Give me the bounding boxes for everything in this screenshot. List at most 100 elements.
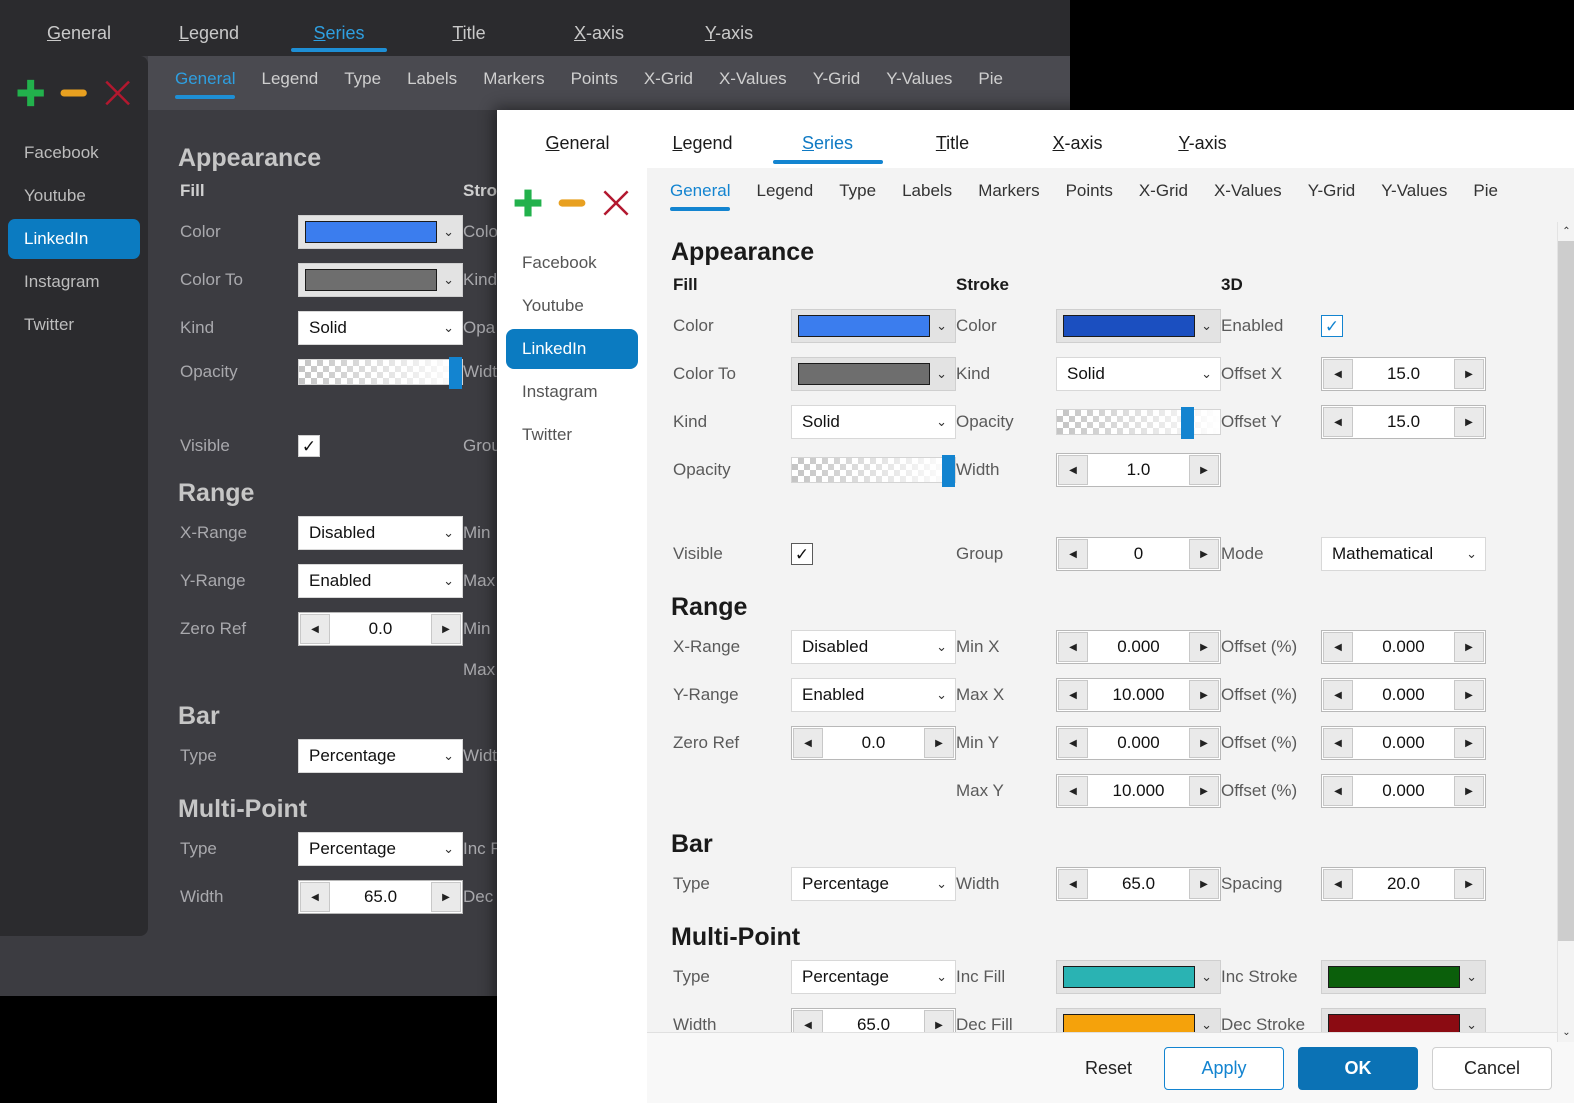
subtab-y-grid[interactable]: Y-Grid — [1295, 177, 1369, 213]
fill-opacity-slider[interactable] — [791, 455, 956, 487]
stroke-color-picker[interactable]: ⌄ — [1056, 309, 1221, 343]
dark-subtab-markers[interactable]: Markers — [470, 65, 557, 101]
offset-x-spinner[interactable]: ◀ 15.0 ▶ — [1321, 357, 1486, 391]
spinner-right-icon[interactable]: ▶ — [1454, 728, 1484, 758]
light-tab-series[interactable]: Series — [765, 133, 890, 168]
dark-subtab-labels[interactable]: Labels — [394, 65, 470, 101]
light-tab-general[interactable]: General — [515, 133, 640, 168]
spinner-right-icon[interactable]: ▶ — [1189, 680, 1219, 710]
dark-x-range-select[interactable]: Disabled ⌄ — [298, 516, 463, 550]
dark-bar-type-select[interactable]: Percentage ⌄ — [298, 739, 463, 773]
subtab-type[interactable]: Type — [826, 177, 889, 213]
bar-spacing-spinner[interactable]: ◀ 20.0 ▶ — [1321, 867, 1486, 901]
subtab-y-values[interactable]: Y-Values — [1368, 177, 1460, 213]
fill-kind-select[interactable]: Solid ⌄ — [791, 405, 956, 439]
spinner-left-icon[interactable]: ◀ — [1058, 680, 1088, 710]
spinner-left-icon[interactable]: ◀ — [793, 728, 823, 758]
plus-icon[interactable] — [511, 184, 545, 222]
dark-fill-kind-select[interactable]: Solid ⌄ — [298, 311, 463, 345]
inc-stroke-picker[interactable]: ⌄ — [1321, 960, 1486, 994]
offset-pct-1-spinner[interactable]: ◀ 0.000 ▶ — [1321, 630, 1486, 664]
dark-subtab-x-values[interactable]: X-Values — [706, 65, 800, 101]
subtab-markers[interactable]: Markers — [965, 177, 1052, 213]
series-item-facebook[interactable]: Facebook — [506, 243, 638, 283]
spinner-right-icon[interactable]: ▶ — [924, 728, 954, 758]
dark-subtab-general[interactable]: General — [162, 65, 248, 101]
series-item-instagram[interactable]: Instagram — [506, 372, 638, 412]
cross-icon[interactable] — [599, 184, 633, 222]
dark-subtab-y-values[interactable]: Y-Values — [873, 65, 965, 101]
slider-thumb[interactable] — [449, 357, 462, 389]
spinner-right-icon[interactable]: ▶ — [1189, 728, 1219, 758]
spinner-left-icon[interactable]: ◀ — [300, 882, 330, 912]
reset-button[interactable]: Reset — [1067, 1050, 1150, 1087]
minus-icon[interactable] — [57, 74, 90, 112]
tab-legend[interactable]: Legend — [144, 23, 274, 56]
offset-pct-4-spinner[interactable]: ◀ 0.000 ▶ — [1321, 774, 1486, 808]
fill-color-picker[interactable]: ⌄ — [791, 309, 956, 343]
spinner-right-icon[interactable]: ▶ — [1189, 539, 1219, 569]
light-tab-y-axis[interactable]: Y-axis — [1140, 133, 1265, 168]
subtab-legend[interactable]: Legend — [743, 177, 826, 213]
dark-series-item-instagram[interactable]: Instagram — [8, 262, 140, 302]
spinner-left-icon[interactable]: ◀ — [1058, 869, 1088, 899]
dark-fill-colorto-picker[interactable]: ⌄ — [298, 263, 463, 297]
spinner-right-icon[interactable]: ▶ — [1189, 776, 1219, 806]
spinner-left-icon[interactable]: ◀ — [1323, 728, 1353, 758]
spinner-right-icon[interactable]: ▶ — [1454, 869, 1484, 899]
subtab-labels[interactable]: Labels — [889, 177, 965, 213]
dark-fill-color-picker[interactable]: ⌄ — [298, 215, 463, 249]
spinner-right-icon[interactable]: ▶ — [1189, 869, 1219, 899]
spinner-left-icon[interactable]: ◀ — [1058, 455, 1088, 485]
minus-icon[interactable] — [555, 184, 589, 222]
dark-zero-ref-spinner[interactable]: ◀ 0.0 ▶ — [298, 612, 463, 646]
tab-x-axis[interactable]: X-axis — [534, 23, 664, 56]
dark-series-item-linkedin[interactable]: LinkedIn — [8, 219, 140, 259]
spinner-left-icon[interactable]: ◀ — [1323, 680, 1353, 710]
mp-type-select[interactable]: Percentage ⌄ — [791, 960, 956, 994]
scroll-down-icon[interactable]: ⌄ — [1558, 1023, 1574, 1042]
spinner-left-icon[interactable]: ◀ — [1058, 776, 1088, 806]
offset-y-spinner[interactable]: ◀ 15.0 ▶ — [1321, 405, 1486, 439]
tab-general[interactable]: General — [14, 23, 144, 56]
dark-subtab-points[interactable]: Points — [558, 65, 631, 101]
dark-mp-type-select[interactable]: Percentage ⌄ — [298, 832, 463, 866]
dark-subtab-x-grid[interactable]: X-Grid — [631, 65, 706, 101]
bar-type-select[interactable]: Percentage ⌄ — [791, 867, 956, 901]
cross-icon[interactable] — [101, 74, 134, 112]
inc-fill-picker[interactable]: ⌄ — [1056, 960, 1221, 994]
max-y-spinner[interactable]: ◀ 10.000 ▶ — [1056, 774, 1221, 808]
offset-pct-2-spinner[interactable]: ◀ 0.000 ▶ — [1321, 678, 1486, 712]
fill-visible-checkbox[interactable]: ✓ — [791, 543, 813, 565]
spinner-left-icon[interactable]: ◀ — [300, 614, 330, 644]
slider-thumb[interactable] — [1180, 407, 1194, 439]
vertical-scrollbar[interactable]: ⌃ ⌄ — [1557, 222, 1574, 1042]
dark-mp-width-spinner[interactable]: ◀ 65.0 ▶ — [298, 880, 463, 914]
series-item-linkedin[interactable]: LinkedIn — [506, 329, 638, 369]
spinner-right-icon[interactable]: ▶ — [1454, 407, 1484, 437]
y-range-select[interactable]: Enabled ⌄ — [791, 678, 956, 712]
plus-icon[interactable] — [14, 74, 47, 112]
threed-mode-select[interactable]: Mathematical ⌄ — [1321, 537, 1486, 571]
spinner-left-icon[interactable]: ◀ — [1323, 632, 1353, 662]
spinner-right-icon[interactable]: ▶ — [1454, 632, 1484, 662]
apply-button[interactable]: Apply — [1164, 1046, 1284, 1090]
spinner-right-icon[interactable]: ▶ — [1189, 455, 1219, 485]
min-y-spinner[interactable]: ◀ 0.000 ▶ — [1056, 726, 1221, 760]
series-item-youtube[interactable]: Youtube — [506, 286, 638, 326]
dark-series-item-youtube[interactable]: Youtube — [8, 176, 140, 216]
spinner-left-icon[interactable]: ◀ — [1323, 869, 1353, 899]
dark-subtab-y-grid[interactable]: Y-Grid — [800, 65, 874, 101]
zero-ref-spinner[interactable]: ◀ 0.0 ▶ — [791, 726, 956, 760]
ok-button[interactable]: OK — [1298, 1046, 1418, 1090]
light-tab-x-axis[interactable]: X-axis — [1015, 133, 1140, 168]
stroke-kind-select[interactable]: Solid ⌄ — [1056, 357, 1221, 391]
cancel-button[interactable]: Cancel — [1432, 1046, 1552, 1090]
threed-enabled-checkbox[interactable]: ✓ — [1321, 315, 1343, 337]
tab-series[interactable]: Series — [274, 23, 404, 56]
light-tab-legend[interactable]: Legend — [640, 133, 765, 168]
bar-width-spinner[interactable]: ◀ 65.0 ▶ — [1056, 867, 1221, 901]
dark-fill-visible-checkbox[interactable]: ✓ — [298, 435, 320, 457]
spinner-right-icon[interactable]: ▶ — [431, 614, 461, 644]
tab-y-axis[interactable]: Y-axis — [664, 23, 794, 56]
